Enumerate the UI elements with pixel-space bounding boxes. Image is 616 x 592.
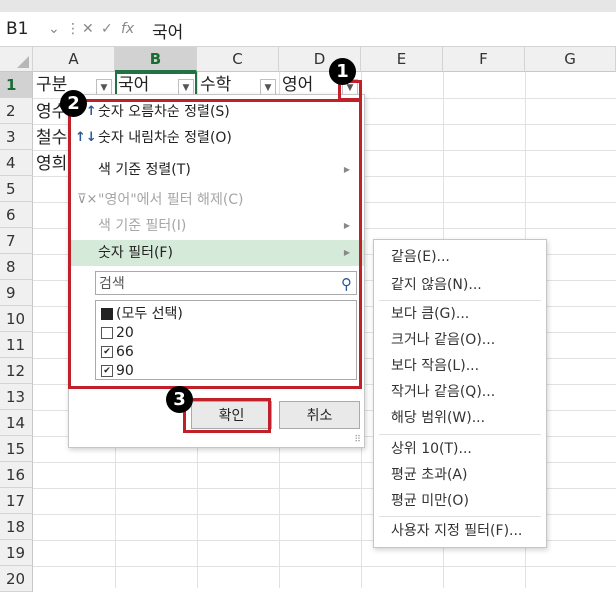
- row-header-2[interactable]: 2: [0, 98, 33, 124]
- callout-box-ok: [183, 398, 271, 433]
- row-header-19[interactable]: 19: [0, 540, 33, 566]
- submenu-above-average[interactable]: 평균 초과(A): [391, 462, 467, 488]
- row-header-5[interactable]: 5: [0, 176, 33, 202]
- vertical-dots-icon: ⋮: [66, 21, 80, 37]
- grid-line: [33, 566, 616, 567]
- cell-a4[interactable]: 영희: [36, 151, 67, 177]
- step-badge-2: 2: [60, 90, 87, 117]
- row-header-3[interactable]: 3: [0, 124, 33, 150]
- row-header-1[interactable]: 1: [0, 72, 33, 98]
- row-header-17[interactable]: 17: [0, 488, 33, 514]
- cancel-button[interactable]: 취소: [279, 401, 360, 429]
- submenu-greater-equal[interactable]: 크거나 같음(O)...: [391, 327, 495, 353]
- fx-icon[interactable]: fx: [121, 21, 134, 37]
- submenu-equals[interactable]: 같음(E)...: [391, 244, 450, 270]
- cancel-icon[interactable]: ✕: [82, 21, 94, 37]
- submenu-separator: [379, 434, 541, 435]
- submenu-greater-than[interactable]: 보다 큼(G)...: [391, 301, 469, 327]
- row-header-10[interactable]: 10: [0, 306, 33, 332]
- submenu-less-equal[interactable]: 작거나 같음(Q)...: [391, 379, 495, 405]
- step-badge-1: 1: [329, 58, 356, 85]
- formula-input[interactable]: 국어: [152, 18, 183, 43]
- row-header-20[interactable]: 20: [0, 566, 33, 592]
- row-header-12[interactable]: 12: [0, 358, 33, 384]
- enter-check-icon[interactable]: ✓: [101, 21, 113, 37]
- ribbon-edge: [0, 0, 616, 12]
- row-header-13[interactable]: 13: [0, 384, 33, 410]
- submenu-between[interactable]: 해당 범위(W)...: [391, 405, 485, 431]
- column-header-e[interactable]: E: [361, 47, 443, 72]
- formula-bar: B1 ⌄ ⋮ ✕ ✓ fx 국어: [0, 12, 616, 47]
- column-header-c[interactable]: C: [197, 47, 279, 72]
- name-box[interactable]: B1: [6, 19, 28, 39]
- name-box-dropdown-icon[interactable]: ⌄: [48, 21, 60, 37]
- column-header-a[interactable]: A: [33, 47, 115, 72]
- step-badge-3: 3: [166, 386, 193, 413]
- row-header-9[interactable]: 9: [0, 280, 33, 306]
- row-header-16[interactable]: 16: [0, 462, 33, 488]
- resize-grip-icon[interactable]: ⠿: [354, 435, 361, 445]
- submenu-top-10[interactable]: 상위 10(T)...: [391, 436, 472, 462]
- submenu-custom-filter[interactable]: 사용자 지정 필터(F)...: [391, 518, 522, 544]
- column-header-b[interactable]: B: [115, 47, 197, 72]
- row-header-6[interactable]: 6: [0, 202, 33, 228]
- submenu-separator: [379, 516, 541, 517]
- submenu-less-than[interactable]: 보다 작음(L)...: [391, 353, 479, 379]
- row-header-18[interactable]: 18: [0, 514, 33, 540]
- row-header-14[interactable]: 14: [0, 410, 33, 436]
- callout-box-menu: [68, 99, 362, 389]
- row-header-15[interactable]: 15: [0, 436, 33, 462]
- row-header-11[interactable]: 11: [0, 332, 33, 358]
- column-header-f[interactable]: F: [443, 47, 525, 72]
- row-header-8[interactable]: 8: [0, 254, 33, 280]
- submenu-below-average[interactable]: 평균 미만(O): [391, 488, 469, 514]
- number-filter-submenu: 같음(E)... 같지 않음(N)... 보다 큼(G)... 크거나 같음(O…: [373, 239, 547, 548]
- column-header-g[interactable]: G: [525, 47, 616, 72]
- row-header-4[interactable]: 4: [0, 150, 33, 176]
- row-header-7[interactable]: 7: [0, 228, 33, 254]
- submenu-not-equal[interactable]: 같지 않음(N)...: [391, 272, 482, 298]
- select-all-corner[interactable]: [0, 47, 33, 72]
- cell-a3[interactable]: 철수: [36, 125, 67, 151]
